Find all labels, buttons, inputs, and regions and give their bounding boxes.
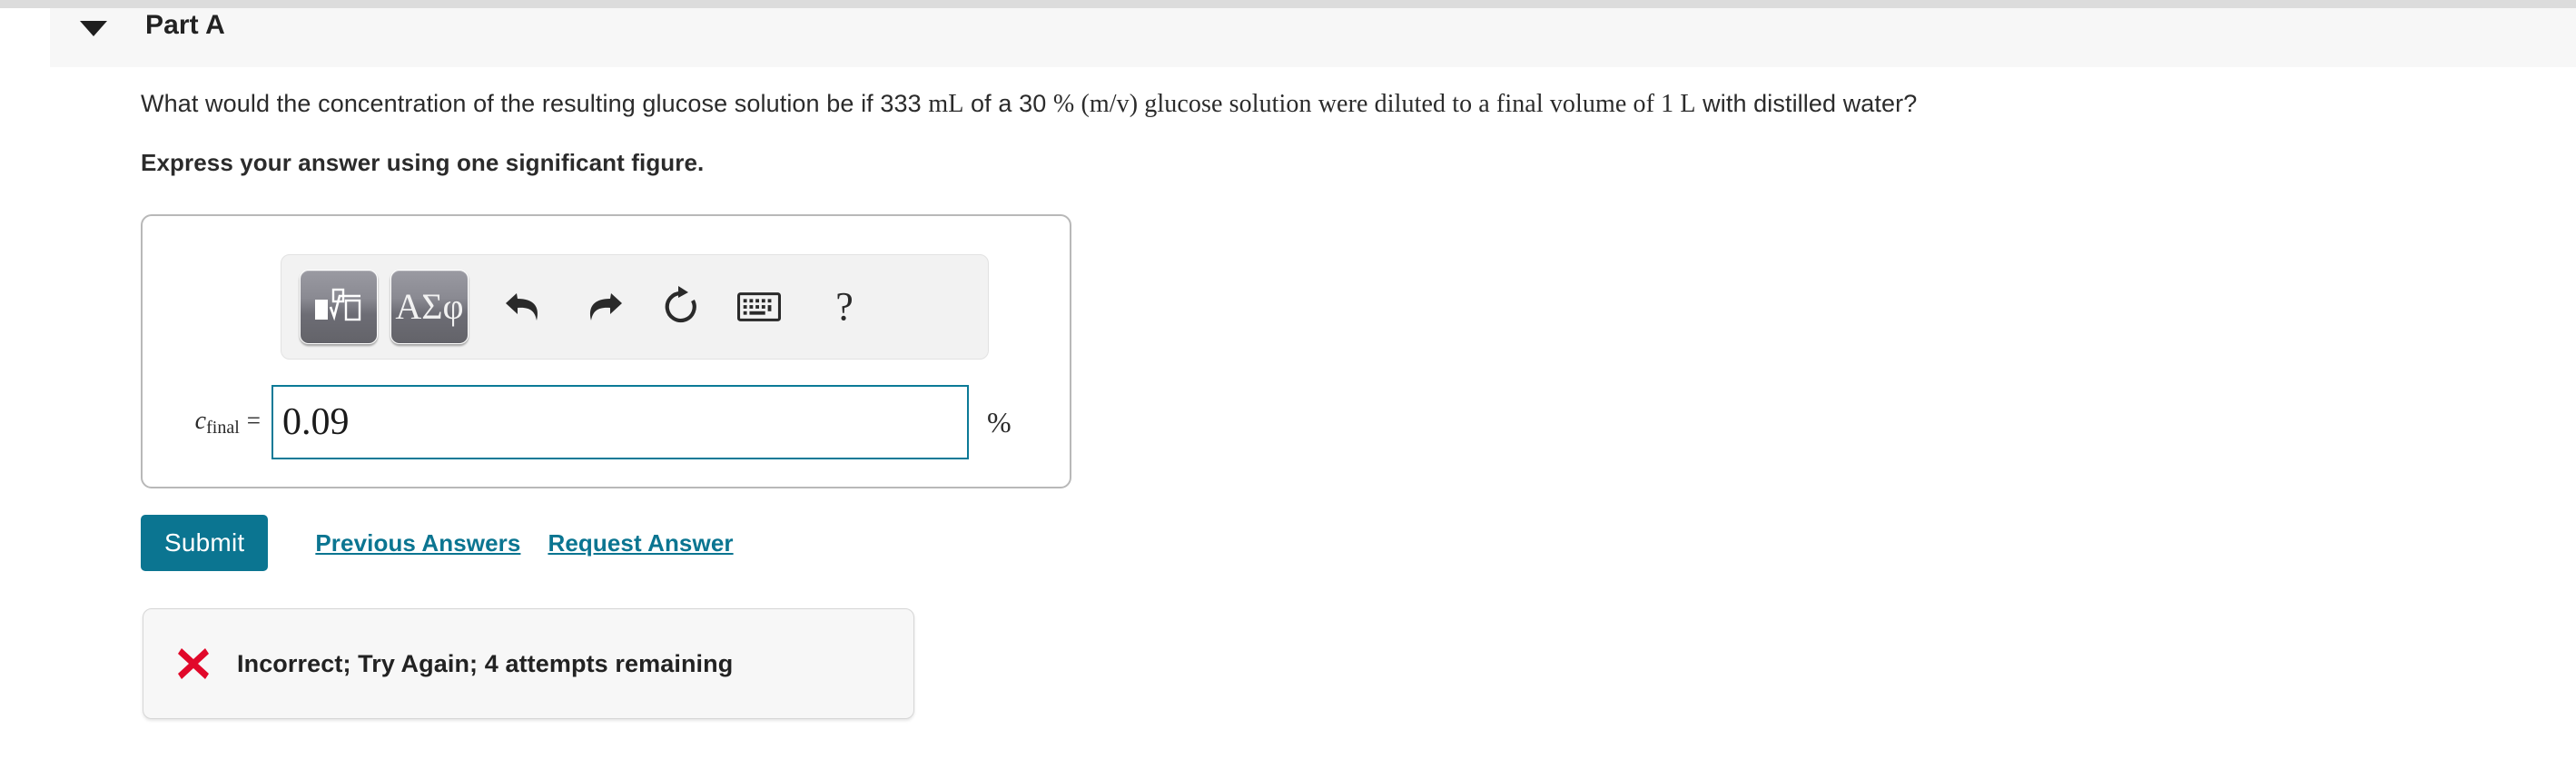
math-template-icon — [315, 288, 361, 321]
undo-button[interactable] — [503, 285, 547, 329]
math-template-button[interactable] — [300, 270, 378, 344]
question-text: What would the concentration of the resu… — [141, 86, 2558, 122]
x-mark-icon — [175, 646, 212, 682]
previous-answers-link[interactable]: Previous Answers — [315, 529, 520, 557]
question-segment-2: of a 30 — [963, 90, 1053, 117]
question-segment-3: (m/v) glucose solution were diluted to a… — [1074, 90, 1681, 118]
keyboard-icon — [737, 292, 781, 321]
page-title: Part A — [145, 10, 225, 40]
unit-milliliter: mL — [928, 90, 964, 118]
greek-symbols-button[interactable]: ΑΣφ — [390, 270, 469, 344]
equals-sign: = — [246, 406, 261, 434]
caret-down-icon[interactable] — [80, 21, 107, 36]
percent-symbol: % — [1052, 90, 1075, 118]
reset-button[interactable] — [659, 285, 703, 329]
question-content: What would the concentration of the resu… — [141, 86, 2558, 177]
answer-variable-label: cfinal = — [143, 407, 271, 439]
question-segment-1: What would the concentration of the resu… — [141, 90, 929, 117]
answer-unit-label: % — [987, 405, 1012, 439]
unit-liter: L — [1680, 90, 1696, 118]
feedback-banner: Incorrect; Try Again; 4 attempts remaini… — [143, 608, 914, 719]
answer-panel: ΑΣφ ? cfinal = 0.09 % — [141, 214, 1071, 488]
redo-icon — [589, 293, 622, 320]
answer-row: cfinal = % — [143, 384, 1070, 460]
redo-button[interactable] — [581, 285, 625, 329]
variable-c: c — [194, 406, 207, 435]
greek-symbols-label: ΑΣφ — [395, 286, 464, 327]
keyboard-button[interactable] — [737, 285, 781, 329]
part-header[interactable]: Part A — [50, 8, 2576, 67]
reset-icon — [665, 286, 696, 323]
request-answer-link[interactable]: Request Answer — [548, 529, 733, 557]
help-button[interactable]: ? — [823, 285, 866, 329]
instruction-text: Express your answer using one significan… — [141, 149, 705, 176]
action-row: Submit Previous Answers Request Answer — [141, 515, 734, 571]
top-divider — [0, 0, 2576, 8]
math-toolbar: ΑΣφ ? — [281, 254, 989, 360]
undo-icon — [506, 293, 538, 320]
variable-subscript: final — [206, 417, 240, 438]
submit-button[interactable]: Submit — [141, 515, 269, 571]
question-segment-4: with distilled water? — [1695, 90, 1918, 117]
feedback-message: Incorrect; Try Again; 4 attempts remaini… — [237, 649, 734, 677]
answer-input[interactable] — [271, 385, 969, 459]
